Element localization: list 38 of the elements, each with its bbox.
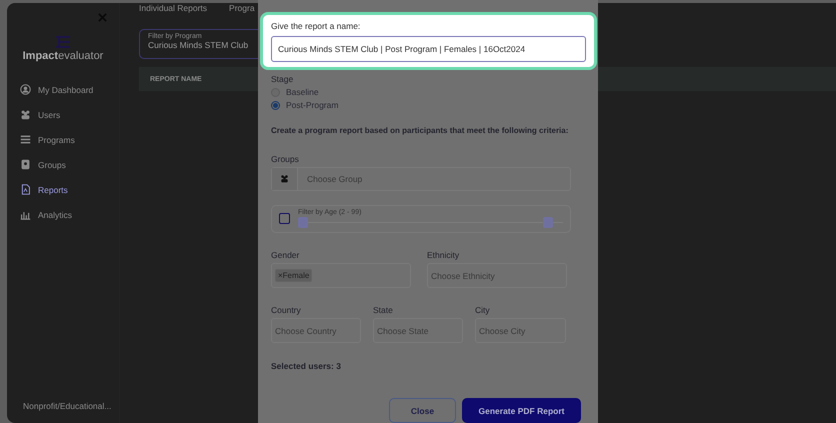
stage-label: Stage <box>271 74 294 84</box>
user-icon <box>20 84 31 95</box>
nav-item[interactable]: Groups <box>20 157 119 172</box>
gender-select[interactable]: ×Female <box>271 263 411 288</box>
age-checkbox[interactable] <box>279 213 290 224</box>
users-icon <box>280 174 289 184</box>
nav-item[interactable]: Reports <box>20 182 119 197</box>
logo-icon <box>55 36 71 48</box>
field-label: Groups <box>271 154 300 164</box>
slider-thumb[interactable] <box>543 217 553 228</box>
nav-item[interactable]: Programs <box>20 132 119 147</box>
list-icon <box>20 134 31 145</box>
stage-radio[interactable]: Baseline <box>271 87 585 97</box>
close-button[interactable]: Close <box>389 398 456 423</box>
header-tab[interactable]: Progra <box>229 3 255 13</box>
field-label: City <box>475 305 491 315</box>
generate-button[interactable]: Generate PDF Report <box>462 398 581 423</box>
chart-icon <box>20 209 31 220</box>
file-icon <box>20 184 31 195</box>
selected-users-count: Selected users: 3 <box>271 361 342 371</box>
report-name-field[interactable]: Curious Minds STEM Club | Post Program | Females | 16Oct2024 <box>271 36 586 62</box>
badge-icon <box>20 159 31 170</box>
field-label: Country <box>271 305 302 315</box>
slider-thumb[interactable] <box>298 217 308 228</box>
gender-chip[interactable]: ×Female <box>275 269 312 282</box>
field-label: Gender <box>271 250 300 260</box>
field-label: Ethnicity <box>427 250 460 260</box>
users-icon <box>20 109 31 120</box>
logo-text: Impactevaluator <box>22 50 104 62</box>
field-label: State <box>373 305 394 315</box>
organization-type: Nonprofit/Educational... <box>22 401 112 413</box>
name-label: Give the report a name: <box>271 21 362 31</box>
header-tab[interactable]: Individual Reports <box>139 3 208 13</box>
nav-item[interactable]: Users <box>20 107 119 122</box>
criteria-heading: Create a program report based on participants that meet the following criteria: <box>271 126 570 135</box>
nav-item[interactable]: Analytics <box>20 207 119 222</box>
nav-item[interactable]: My Dashboard <box>20 82 119 97</box>
stage-radio[interactable]: Post-Program <box>271 100 585 110</box>
